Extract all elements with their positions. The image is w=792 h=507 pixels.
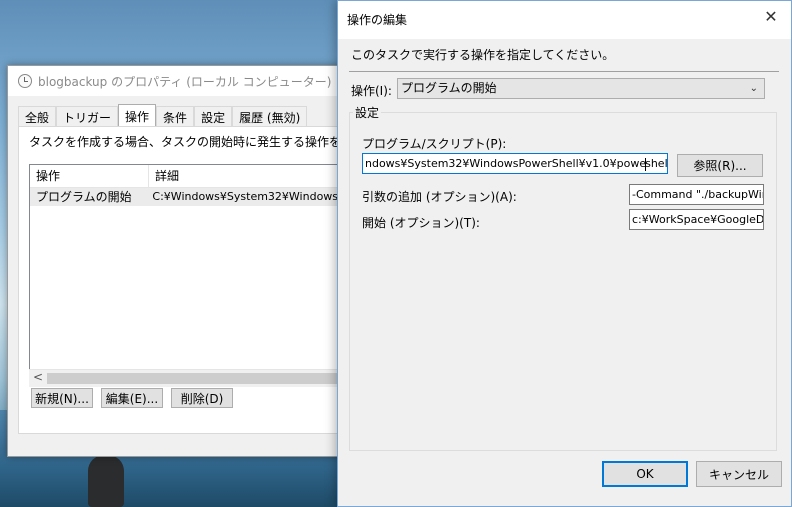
settings-label: 設定	[353, 104, 382, 121]
arguments-input[interactable]: -Command "./backupWin	[629, 184, 764, 205]
chevron-down-icon: ⌄	[749, 83, 758, 94]
program-value-part2: shell.exe	[645, 157, 668, 170]
program-value-part1: ndows¥System32¥WindowsPowerShell¥v1.0¥po…	[365, 157, 647, 170]
task-scheduler-icon	[18, 74, 32, 88]
cancel-button[interactable]: キャンセル	[696, 461, 782, 487]
tab-history[interactable]: 履歴 (無効)	[232, 106, 308, 127]
row-detail: C:¥Windows¥System32¥WindowsPow	[152, 190, 360, 203]
tab-conditions[interactable]: 条件	[156, 106, 195, 127]
scrollbar-thumb[interactable]	[47, 373, 347, 384]
tab-general[interactable]: 全般	[18, 106, 57, 127]
table-row[interactable]: プログラムの開始 C:¥Windows¥System32¥WindowsPow	[30, 188, 360, 206]
edit-action-dialog: 操作の編集 ✕ このタスクで実行する操作を指定してください。 操作(I): プロ…	[337, 0, 792, 507]
task-properties-window: blogbackup のプロパティ (ローカル コンピューター) 全般 トリガー…	[7, 65, 389, 457]
start-in-input[interactable]: c:¥WorkSpace¥GoogleDriv	[629, 209, 764, 230]
action-select[interactable]: プログラムの開始 ⌄	[397, 78, 765, 99]
actions-list[interactable]: 操作 詳細 プログラムの開始 C:¥Windows¥System32¥Windo…	[29, 164, 361, 376]
background-figure	[88, 455, 124, 507]
properties-title: blogbackup のプロパティ (ローカル コンピューター)	[38, 74, 332, 89]
new-action-button[interactable]: 新規(N)...	[31, 388, 93, 408]
actions-description: タスクを作成する場合、タスクの開始時に発生する操作を指定する	[29, 135, 390, 149]
tab-actions[interactable]: 操作	[118, 104, 157, 128]
tab-settings[interactable]: 設定	[194, 106, 233, 127]
program-script-input[interactable]: ndows¥System32¥WindowsPowerShell¥v1.0¥po…	[362, 153, 668, 174]
start-in-label: 開始 (オプション)(T):	[362, 216, 480, 230]
horizontal-scrollbar[interactable]: <	[29, 369, 349, 387]
column-header-action[interactable]: 操作	[30, 165, 149, 187]
ok-button[interactable]: OK	[602, 461, 688, 487]
dialog-titlebar: 操作の編集 ✕	[338, 1, 791, 39]
dialog-instruction: このタスクで実行する操作を指定してください。	[351, 48, 615, 62]
action-select-value: プログラムの開始	[401, 81, 497, 95]
dialog-title: 操作の編集	[347, 13, 408, 27]
close-icon[interactable]: ✕	[761, 7, 781, 27]
program-label: プログラム/スクリプト(P):	[362, 137, 507, 151]
browse-button[interactable]: 参照(R)...	[677, 154, 763, 177]
scroll-left-icon[interactable]: <	[33, 370, 43, 384]
delete-action-button[interactable]: 削除(D)	[171, 388, 233, 408]
properties-titlebar: blogbackup のプロパティ (ローカル コンピューター)	[8, 66, 368, 96]
column-header-detail[interactable]: 詳細	[149, 165, 179, 187]
action-label: 操作(I):	[351, 84, 392, 98]
edit-action-button[interactable]: 編集(E)...	[101, 388, 163, 408]
list-header: 操作 詳細	[30, 165, 360, 188]
row-action: プログラムの開始	[36, 190, 132, 204]
arguments-label: 引数の追加 (オプション)(A):	[362, 190, 517, 204]
divider	[349, 71, 779, 72]
tab-triggers[interactable]: トリガー	[56, 106, 119, 127]
properties-tabs: 全般 トリガー 操作 条件 設定 履歴 (無効)	[18, 104, 308, 128]
